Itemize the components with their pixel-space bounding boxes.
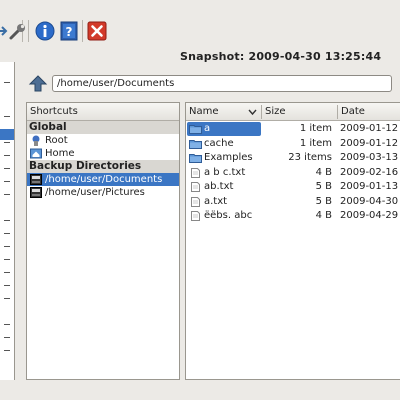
left-panel-mark	[4, 337, 10, 338]
left-panel-mark	[4, 350, 10, 351]
file-icon	[189, 167, 202, 178]
shortcut-documents[interactable]: /home/user/Documents	[27, 173, 179, 186]
file-date: 2009-01-12 1	[340, 123, 400, 134]
toolbar-separator	[28, 20, 29, 42]
file-icon	[189, 196, 202, 207]
file-row[interactable]: cache 1 item 2009-01-12 1	[186, 137, 400, 151]
column-header-date[interactable]: Date	[338, 103, 400, 121]
folder-icon	[189, 153, 202, 163]
file-size: 4 B	[315, 166, 332, 178]
shortcut-label: /home/user/Documents	[45, 174, 163, 185]
toolbar-separator	[82, 20, 83, 42]
status-bar	[0, 380, 400, 400]
left-panel[interactable]	[0, 62, 15, 380]
left-panel-mark	[4, 246, 10, 247]
shortcuts-panel: Shortcuts Global Root Home Backup Direct…	[26, 102, 180, 380]
shortcut-pictures[interactable]: /home/user/Pictures	[27, 186, 179, 199]
file-size: 5 B	[315, 195, 332, 207]
group-global[interactable]: Global	[27, 121, 179, 134]
left-panel-mark	[4, 194, 10, 195]
toolbar: ?	[0, 0, 400, 50]
file-size: 1 item	[299, 137, 332, 149]
file-size: 1 item	[299, 123, 332, 134]
file-row[interactable]: ab.txt 5 B 2009-01-13 1	[186, 180, 400, 194]
column-header-label: Name	[189, 106, 219, 117]
left-panel-mark	[4, 82, 10, 83]
file-name: Examples	[204, 152, 253, 163]
root-icon	[30, 135, 42, 146]
left-panel-mark	[4, 116, 10, 117]
left-panel-mark	[4, 155, 10, 156]
file-name: ab.txt	[204, 181, 234, 192]
shortcut-label: /home/user/Pictures	[45, 187, 145, 198]
svg-text:?: ?	[66, 25, 73, 39]
info-icon[interactable]	[34, 20, 56, 42]
file-icon	[189, 211, 202, 221]
home-icon	[30, 148, 42, 159]
left-panel-mark	[4, 298, 10, 299]
file-date: 2009-01-12 1	[340, 137, 400, 149]
file-row[interactable]: Examples 23 items 2009-03-13 0	[186, 151, 400, 165]
file-row[interactable]: a 1 item 2009-01-12 1	[186, 122, 400, 136]
file-name: a	[204, 123, 211, 134]
left-panel-mark	[4, 168, 10, 169]
file-row[interactable]: a b c.txt 4 B 2009-02-16 0	[186, 166, 400, 180]
file-name: cache	[204, 137, 234, 149]
file-size: 5 B	[315, 181, 332, 192]
file-date: 2009-04-29 1	[340, 210, 400, 221]
left-panel-mark	[4, 142, 10, 143]
column-header-size[interactable]: Size	[262, 103, 338, 121]
help-icon[interactable]: ?	[58, 20, 80, 42]
folder-icon	[189, 124, 202, 134]
file-name: a b c.txt	[204, 166, 246, 178]
file-size: 4 B	[315, 210, 332, 221]
left-panel-mark	[4, 259, 10, 260]
group-backup-directories[interactable]: Backup Directories	[27, 160, 179, 173]
close-icon[interactable]	[86, 20, 108, 42]
file-date: 2009-01-13 1	[340, 181, 400, 192]
shortcut-root[interactable]: Root	[27, 134, 179, 147]
file-icon	[189, 182, 202, 192]
column-header-label: Size	[265, 106, 286, 117]
wrench-icon[interactable]	[7, 20, 29, 42]
up-arrow-icon[interactable]	[28, 74, 48, 94]
drive-icon	[30, 174, 42, 185]
file-date: 2009-04-30 0	[340, 195, 400, 207]
left-panel-mark	[4, 324, 10, 325]
left-panel-mark	[4, 272, 10, 273]
file-size: 23 items	[288, 152, 332, 163]
shortcuts-header[interactable]: Shortcuts	[27, 103, 179, 121]
column-header-label: Date	[341, 106, 365, 117]
left-panel-mark	[4, 220, 10, 221]
file-name: a.txt	[204, 195, 228, 207]
left-panel-mark	[4, 233, 10, 234]
file-name: ëëbs. abc	[204, 210, 253, 221]
left-panel-mark	[4, 285, 10, 286]
file-date: 2009-03-13 0	[340, 152, 400, 163]
path-input[interactable]	[52, 75, 392, 92]
shortcut-label: Root	[45, 135, 68, 146]
file-list: Name Size Date a 1 item 2009-01-12 1 cache 1…	[185, 102, 400, 380]
file-row[interactable]: a.txt 5 B 2009-04-30 0	[186, 195, 400, 209]
column-header-name[interactable]: Name	[186, 103, 262, 121]
shortcut-home[interactable]: Home	[27, 147, 179, 160]
left-panel-selection	[0, 129, 14, 140]
left-panel-mark	[4, 181, 10, 182]
folder-icon	[189, 139, 202, 149]
file-date: 2009-02-16 0	[340, 166, 400, 178]
snapshot-label: Snapshot: 2009-04-30 13:25:44	[180, 50, 382, 63]
drive-icon	[30, 187, 42, 198]
shortcut-label: Home	[45, 148, 75, 159]
file-row[interactable]: ëëbs. abc 4 B 2009-04-29 1	[186, 209, 400, 223]
